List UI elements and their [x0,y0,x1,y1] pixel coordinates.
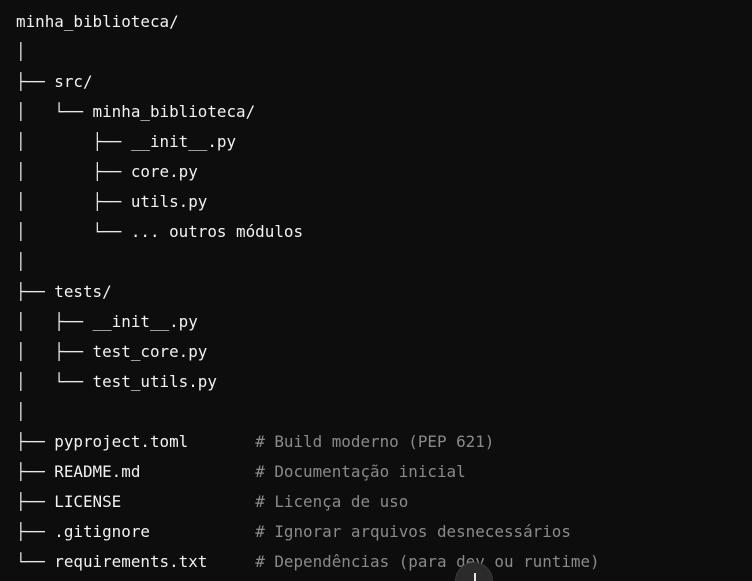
code-comment: # Build moderno (PEP 621) [255,432,495,451]
file-name: README.md [54,462,256,481]
code-block: minha_biblioteca/│ ├── src/│ └── minha_bi… [0,0,752,581]
file-name: test_core.py [92,342,208,361]
code-line: │ ├── test_core.py [16,337,600,367]
code-line: │ ├── utils.py [16,187,600,217]
file-name: tests/ [54,282,112,301]
file-name: minha_biblioteca/ [16,12,179,31]
directory-tree: minha_biblioteca/│ ├── src/│ └── minha_bi… [16,7,600,577]
tree-connector: │ ├── [16,132,131,151]
code-line: │ ├── __init__.py [16,307,600,337]
code-comment: # Dependências (para dev ou runtime) [255,552,600,571]
tree-connector: └── [16,552,55,571]
file-name: core.py [130,162,198,181]
tree-connector: ├── [16,462,55,481]
code-comment: # Ignorar arquivos desnecessários [255,522,571,541]
file-name: minha_biblioteca/ [92,102,256,121]
tree-connector: ├── [16,282,55,301]
arrow-down-icon [474,573,476,581]
tree-connector: │ [16,42,26,61]
file-name: utils.py [130,192,208,211]
code-line: │ ├── core.py [16,157,600,187]
tree-connector: ├── [16,522,55,541]
file-name: __init__.py [130,132,237,151]
file-name: LICENSE [54,492,256,511]
code-line: minha_biblioteca/ [16,7,600,37]
code-line: │ ├── __init__.py [16,127,600,157]
tree-connector: │ ├── [16,342,93,361]
code-line: │ [16,247,600,277]
code-line: ├── pyproject.toml # Build moderno (PEP … [16,427,600,457]
code-line: ├── README.md # Documentação inicial [16,457,600,487]
tree-connector: │ ├── [16,162,131,181]
tree-connector: │ └── [16,102,93,121]
code-line: ├── LICENSE # Licença de uso [16,487,600,517]
file-name: __init__.py [92,312,198,331]
code-comment: # Documentação inicial [255,462,466,481]
tree-connector: ├── [16,72,55,91]
tree-connector: │ [16,252,26,271]
code-line: │ └── ... outros módulos [16,217,600,247]
file-name: pyproject.toml [54,432,256,451]
code-line: │ [16,37,600,67]
file-name: requirements.txt [54,552,256,571]
file-name: src/ [54,72,93,91]
tree-connector: │ [16,402,26,421]
tree-connector: │ ├── [16,312,93,331]
code-line: │ [16,397,600,427]
tree-connector: ├── [16,432,55,451]
tree-connector: │ ├── [16,192,131,211]
code-comment: # Licença de uso [255,492,409,511]
code-line: ├── src/ [16,67,600,97]
file-name: test_utils.py [92,372,217,391]
tree-connector: ├── [16,492,55,511]
file-name: .gitignore [54,522,256,541]
tree-connector: │ └── [16,222,131,241]
tree-connector: │ └── [16,372,93,391]
code-line: ├── tests/ [16,277,600,307]
code-line: ├── .gitignore # Ignorar arquivos desnec… [16,517,600,547]
code-line: └── requirements.txt # Dependências (par… [16,547,600,577]
file-name: ... outros módulos [130,222,304,241]
code-line: │ └── test_utils.py [16,367,600,397]
code-line: │ └── minha_biblioteca/ [16,97,600,127]
